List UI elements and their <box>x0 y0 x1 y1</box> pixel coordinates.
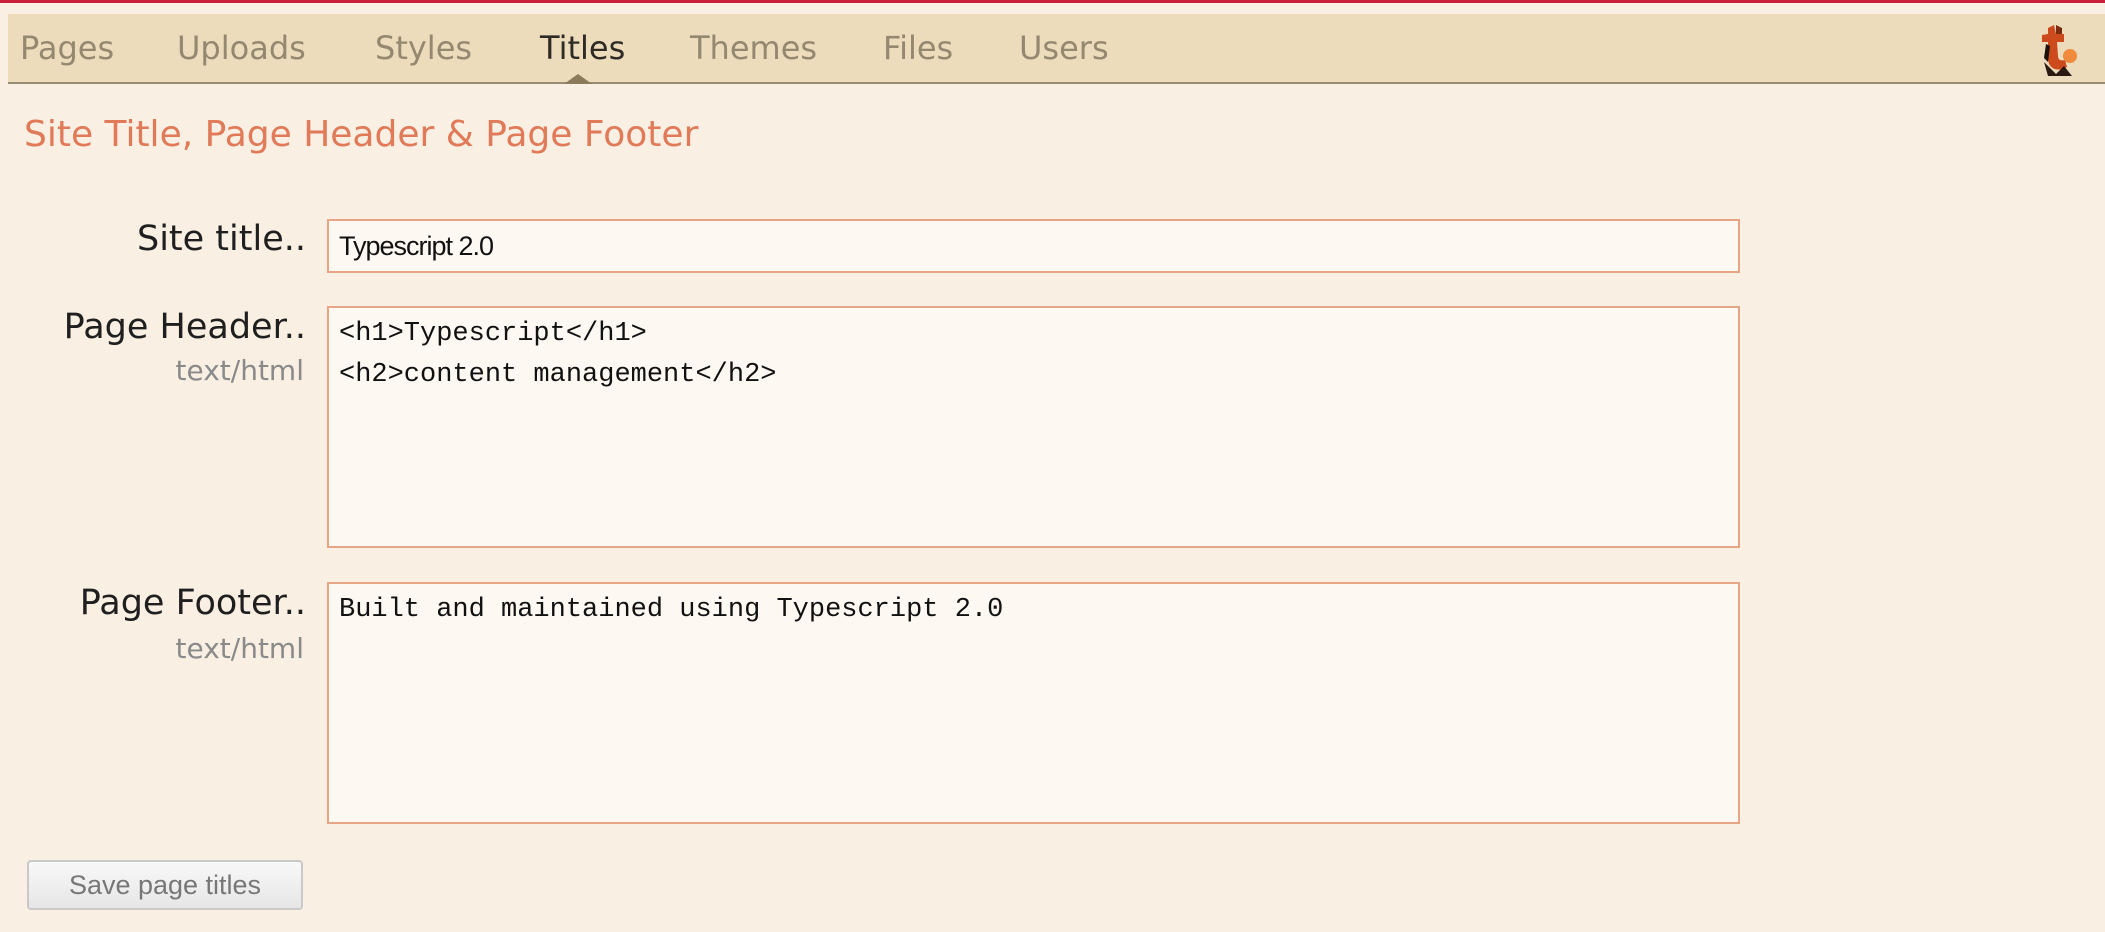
page-footer-format-label: text/html <box>175 632 304 665</box>
typescript-logo-icon[interactable] <box>2034 22 2082 78</box>
page-footer-textarea[interactable]: Built and maintained using Typescript 2.… <box>327 582 1740 824</box>
active-tab-indicator <box>564 74 592 84</box>
page-title: Site Title, Page Header & Page Footer <box>24 114 699 155</box>
site-title-input[interactable] <box>327 219 1740 273</box>
page-header-format-label: text/html <box>175 354 304 387</box>
tab-titles[interactable]: Titles <box>540 29 625 67</box>
tab-files[interactable]: Files <box>883 29 953 67</box>
site-title-label: Site title.. <box>136 219 306 259</box>
tab-styles[interactable]: Styles <box>375 29 472 67</box>
save-page-titles-button[interactable]: Save page titles <box>27 860 303 910</box>
top-navigation: Pages Uploads Styles Titles Themes Files… <box>8 14 2105 84</box>
page-footer-label: Page Footer.. <box>79 583 306 623</box>
page-header-textarea[interactable]: <h1>Typescript</h1> <h2>content manageme… <box>327 306 1740 548</box>
page-header-label: Page Header.. <box>63 307 306 347</box>
tab-users[interactable]: Users <box>1019 29 1109 67</box>
tab-themes[interactable]: Themes <box>690 29 817 67</box>
tab-uploads[interactable]: Uploads <box>177 29 306 67</box>
top-accent-rule <box>0 0 2105 3</box>
tab-pages[interactable]: Pages <box>20 29 114 67</box>
